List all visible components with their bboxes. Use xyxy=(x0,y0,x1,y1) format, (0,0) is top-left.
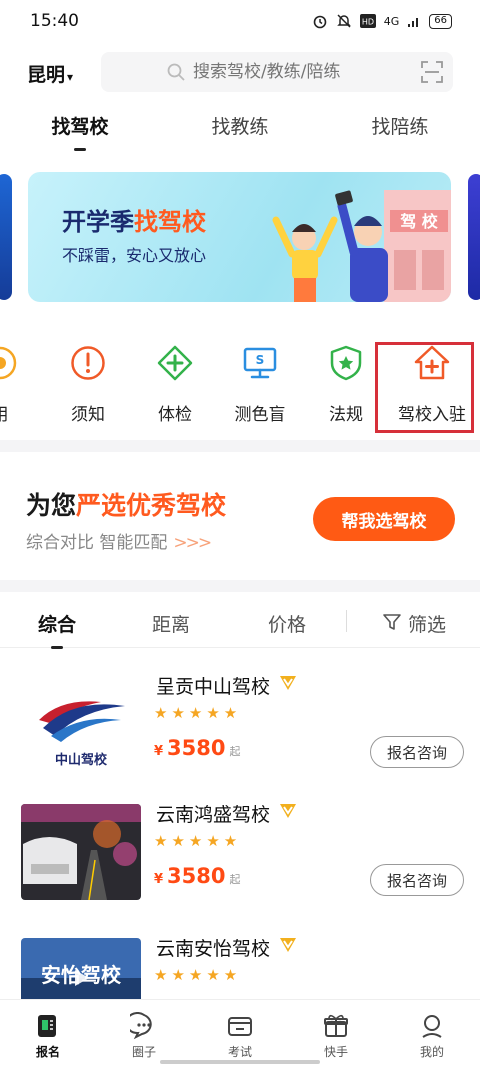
quick-item-notice[interactable]: 须知 xyxy=(48,344,128,425)
school-logo: 中山驾校 xyxy=(21,676,141,772)
quick-item-label: 用 xyxy=(0,400,40,425)
sort-tab-overall[interactable]: 综合 xyxy=(38,610,76,649)
school-list-item[interactable]: 云南鸿盛驾校 ★★★★★ ¥3580 起 报名咨询 xyxy=(0,788,480,918)
nav-kuaishou[interactable]: 快手 xyxy=(288,1000,384,1067)
scan-icon[interactable] xyxy=(421,61,443,83)
chat-bubble-icon xyxy=(130,1012,152,1040)
network-label: 4G xyxy=(383,14,400,28)
section-divider xyxy=(0,580,480,592)
svg-text:中山驾校: 中山驾校 xyxy=(55,752,108,768)
monitor-icon: S xyxy=(243,347,277,379)
section-divider xyxy=(0,440,480,452)
verified-badge-icon xyxy=(280,676,296,690)
search-input[interactable] xyxy=(193,62,423,82)
search-icon xyxy=(167,63,185,81)
svg-text:驾 校: 驾 校 xyxy=(399,212,439,231)
quick-item-label: 测色盲 xyxy=(234,405,286,425)
nav-exam[interactable]: 考试 xyxy=(192,1000,288,1067)
city-label: 昆明 xyxy=(27,64,66,86)
gift-icon xyxy=(324,1014,348,1037)
hd-icon: HD xyxy=(359,14,376,28)
status-bar: 15:40 HD 4G 66 xyxy=(0,0,480,42)
sort-tab-price[interactable]: 价格 xyxy=(268,610,306,637)
consult-button[interactable]: 报名咨询 xyxy=(370,736,464,768)
rating-stars: ★★★★★ xyxy=(154,966,242,984)
school-list-item[interactable]: 安怡驾校 云南安怡驾校 ★★★★★ xyxy=(0,922,480,999)
school-price: ¥3580 起 xyxy=(154,864,241,888)
school-price: ¥3580 起 xyxy=(154,736,241,760)
search-header: 昆明 ▾ xyxy=(0,52,480,94)
shield-star-icon xyxy=(330,345,362,381)
quick-item-label: 须知 xyxy=(71,405,105,425)
banner-title: 开学季找驾校 xyxy=(62,208,206,236)
banner-carousel[interactable]: 开学季找驾校 不踩雷，安心又放心 驾 校 xyxy=(0,172,480,302)
rating-stars: ★★★★★ xyxy=(154,832,242,850)
battery-indicator: 66 xyxy=(429,13,452,29)
banner-prev-card[interactable] xyxy=(0,174,12,300)
school-recommend-section: 为您严选优秀驾校 综合对比 智能匹配 >>> 帮我选驾校 xyxy=(0,460,480,580)
alarm-icon xyxy=(313,15,327,29)
svg-text:S: S xyxy=(256,353,265,367)
quick-item-label: 法规 xyxy=(329,405,363,425)
consult-button[interactable]: 报名咨询 xyxy=(370,864,464,896)
signal-icon xyxy=(408,18,419,27)
rating-stars: ★★★★★ xyxy=(154,704,242,722)
school-photo xyxy=(21,804,141,900)
banner-illustration: 驾 校 xyxy=(272,190,451,302)
nav-circle[interactable]: 圈子 xyxy=(96,1000,192,1067)
banner-subtitle: 不踩雷，安心又放心 xyxy=(62,246,207,265)
school-name: 呈贡中山驾校 xyxy=(156,676,271,698)
tab-find-companion[interactable]: 找陪练 xyxy=(320,112,480,156)
quick-item-physical-exam[interactable]: 体检 xyxy=(135,344,215,425)
exclamation-circle-icon xyxy=(71,346,105,380)
verified-badge-icon xyxy=(280,804,296,818)
nav-signup[interactable]: 报名 xyxy=(0,1000,96,1067)
quick-item-label: 体检 xyxy=(158,405,192,425)
search-bar[interactable] xyxy=(101,52,453,92)
sort-tab-distance[interactable]: 距离 xyxy=(152,610,190,637)
quick-item-partial[interactable]: 用 xyxy=(0,344,40,425)
svg-text:HD: HD xyxy=(362,18,374,27)
tab-find-school[interactable]: 找驾校 xyxy=(0,112,160,156)
annotation-highlight-box xyxy=(375,342,474,433)
status-icons: HD 4G 66 xyxy=(312,13,452,29)
quick-item-regulations[interactable]: 法规 xyxy=(306,344,386,425)
quick-item-color-blind-test[interactable]: S 测色盲 xyxy=(220,344,300,425)
sort-filter-bar: 综合 距离 价格 筛选 xyxy=(0,596,480,649)
verified-badge-icon xyxy=(280,938,296,952)
recommend-subtitle: 综合对比 智能匹配 >>> xyxy=(26,533,212,553)
school-name: 云南安怡驾校 xyxy=(156,938,271,960)
top-tabs: 找驾校 找教练 找陪练 xyxy=(0,112,480,156)
banner-next-card[interactable] xyxy=(468,174,480,300)
bottom-navigation: 报名 圈子 考试 快手 我的 xyxy=(0,999,480,1067)
school-name: 云南鸿盛驾校 xyxy=(156,804,271,826)
mute-bell-icon xyxy=(336,14,351,28)
filter-separator xyxy=(346,610,347,632)
tab-find-coach[interactable]: 找教练 xyxy=(160,112,320,156)
help-choose-school-button[interactable]: 帮我选驾校 xyxy=(313,497,455,541)
plus-diamond-icon xyxy=(157,345,193,381)
filter-funnel-icon[interactable] xyxy=(382,612,402,632)
filter-button[interactable]: 筛选 xyxy=(408,610,446,637)
nav-mine[interactable]: 我的 xyxy=(384,1000,480,1067)
school-video-thumb: 安怡驾校 xyxy=(21,938,141,999)
signup-icon xyxy=(38,1015,56,1037)
home-indicator xyxy=(160,1060,320,1064)
chevron-down-icon: ▾ xyxy=(67,70,74,84)
status-time: 15:40 xyxy=(30,11,79,31)
recommend-title: 为您严选优秀驾校 xyxy=(26,491,227,520)
chevrons-icon: >>> xyxy=(173,533,212,553)
city-selector[interactable]: 昆明 ▾ xyxy=(27,60,73,87)
wallet-icon xyxy=(228,1017,252,1036)
user-icon xyxy=(422,1015,442,1038)
school-list-item[interactable]: 中山驾校 呈贡中山驾校 ★★★★★ ¥3580 起 报名咨询 xyxy=(0,660,480,790)
sun-icon xyxy=(0,346,17,380)
promo-banner[interactable]: 开学季找驾校 不踩雷，安心又放心 驾 校 xyxy=(28,172,451,302)
